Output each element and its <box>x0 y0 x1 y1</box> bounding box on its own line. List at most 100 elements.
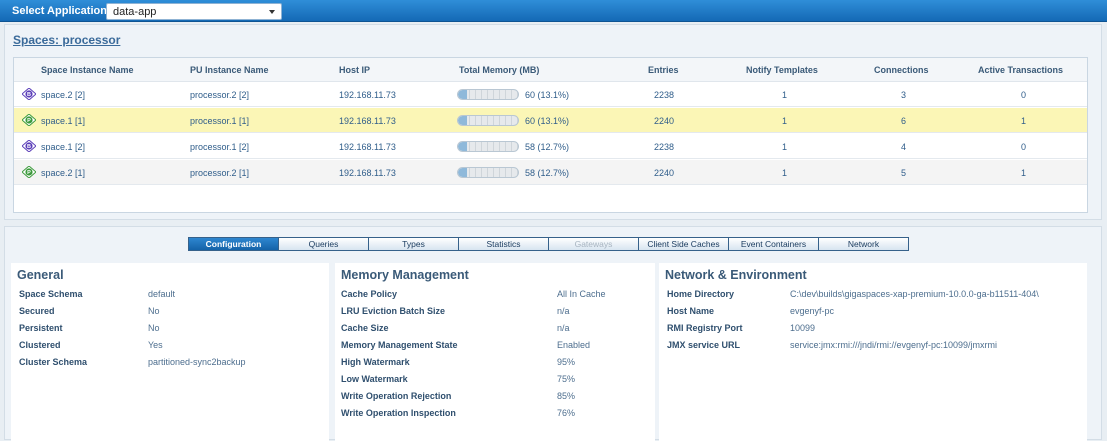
active-transactions-count: 1 <box>1021 116 1027 126</box>
connections-count: 6 <box>901 116 907 126</box>
memory-property-label: High Watermark <box>341 357 410 367</box>
memory-usage-text: 58 (12.7%) <box>525 142 570 152</box>
column-header-connections[interactable]: Connections <box>874 65 929 75</box>
active-transactions-count: 0 <box>1021 90 1027 100</box>
general-property-label: Persistent <box>19 323 63 333</box>
general-section: General Space Schema default Secured No Pers… <box>11 263 329 441</box>
memory-usage-text: 60 (13.1%) <box>525 90 570 100</box>
details-panel: Configuration Queries Types Statistics Gatew… <box>4 226 1102 441</box>
table-row[interactable]: P space.1 [1] processor.1 [1] 192.168.11.7… <box>14 108 1087 133</box>
memory-usage-bar <box>457 141 519 152</box>
memory-usage-fill <box>458 116 468 125</box>
general-property-value: default <box>148 289 176 299</box>
entries-count: 2238 <box>654 142 675 152</box>
memory-usage-bar <box>457 167 519 178</box>
tab-types[interactable]: Types <box>368 237 459 251</box>
network-environment-title: Network & Environment <box>665 268 807 282</box>
column-header-active-transactions[interactable]: Active Transactions <box>978 65 1063 75</box>
column-header-host-ip[interactable]: Host IP <box>339 65 370 75</box>
entries-count: 2240 <box>654 168 675 178</box>
memory-property-label: Cache Policy <box>341 289 398 299</box>
space-instance-name: space.1 [2] <box>41 142 86 152</box>
memory-usage-bar <box>457 115 519 126</box>
memory-management-title: Memory Management <box>341 268 469 282</box>
svg-text:P: P <box>27 170 31 176</box>
table-row[interactable]: P space.2 [1] processor.2 [1] 192.168.11.7… <box>14 160 1087 185</box>
network-property-label: JMX service URL <box>667 340 741 350</box>
active-transactions-count: 0 <box>1021 142 1027 152</box>
tab-client-side-caches[interactable]: Client Side Caches <box>638 237 729 251</box>
column-header-total-memory[interactable]: Total Memory (MB) <box>459 65 539 75</box>
pu-instance-name: processor.2 [2] <box>190 90 250 100</box>
network-property-label: Home Directory <box>667 289 735 299</box>
svg-text:B: B <box>27 92 31 98</box>
entries-count: 2240 <box>654 116 675 126</box>
memory-usage-bar <box>457 89 519 100</box>
network-property-value: C:\dev\builds\gigaspaces-xap-premium-10.… <box>790 289 1039 299</box>
memory-property-value: n/a <box>557 306 570 316</box>
backup-space-icon: B <box>22 88 36 100</box>
memory-usage-text: 58 (12.7%) <box>525 168 570 178</box>
primary-space-icon: P <box>22 166 36 178</box>
spaces-table: Space Instance Name PU Instance Name Hos… <box>13 57 1088 213</box>
memory-usage-fill <box>458 90 468 99</box>
application-select-value: data-app <box>113 6 157 18</box>
memory-property-value: Enabled <box>557 340 591 350</box>
memory-property-value: All In Cache <box>557 289 606 299</box>
primary-space-icon: P <box>22 114 36 126</box>
svg-text:P: P <box>27 118 31 124</box>
memory-property-label: Memory Management State <box>341 340 458 350</box>
general-property-label: Cluster Schema <box>19 357 88 367</box>
space-instance-name: space.2 [2] <box>41 90 86 100</box>
general-title: General <box>17 268 64 282</box>
column-header-entries[interactable]: Entries <box>648 65 679 75</box>
memory-property-value: 95% <box>557 357 576 367</box>
memory-usage-text: 60 (13.1%) <box>525 116 570 126</box>
column-header-space-instance[interactable]: Space Instance Name <box>41 65 134 75</box>
general-property-label: Secured <box>19 306 55 316</box>
notify-templates-count: 1 <box>782 168 788 178</box>
memory-property-label: Write Operation Inspection <box>341 408 456 418</box>
pu-instance-name: processor.1 [2] <box>190 142 250 152</box>
space-instance-name: space.2 [1] <box>41 168 86 178</box>
entries-count: 2238 <box>654 90 675 100</box>
tab-event-containers[interactable]: Event Containers <box>728 237 819 251</box>
table-row[interactable]: B space.1 [2] processor.1 [2] 192.168.11.7… <box>14 134 1087 159</box>
tab-network[interactable]: Network <box>818 237 909 251</box>
table-header: Space Instance Name PU Instance Name Hos… <box>14 58 1087 82</box>
memory-property-value: n/a <box>557 323 570 333</box>
general-property-value: partitioned-sync2backup <box>148 357 246 367</box>
network-property-label: RMI Registry Port <box>667 323 743 333</box>
host-ip: 192.168.11.73 <box>339 90 396 100</box>
tab-configuration[interactable]: Configuration <box>188 237 279 251</box>
column-header-notify-templates[interactable]: Notify Templates <box>746 65 818 75</box>
connections-count: 4 <box>901 142 907 152</box>
spaces-title-link[interactable]: Spaces: processor <box>13 33 120 47</box>
connections-count: 5 <box>901 168 907 178</box>
memory-property-label: Write Operation Rejection <box>341 391 452 401</box>
host-ip: 192.168.11.73 <box>339 142 396 152</box>
memory-usage-fill <box>458 142 468 151</box>
application-select[interactable]: data-app <box>106 3 282 20</box>
general-property-value: Yes <box>148 340 163 350</box>
tab-gateways[interactable]: Gateways <box>548 237 639 251</box>
general-property-label: Clustered <box>19 340 61 350</box>
tab-queries[interactable]: Queries <box>278 237 369 251</box>
chevron-down-icon[interactable] <box>269 10 275 14</box>
memory-property-value: 75% <box>557 374 576 384</box>
column-header-pu-instance[interactable]: PU Instance Name <box>190 65 269 75</box>
notify-templates-count: 1 <box>782 116 788 126</box>
spaces-panel: Spaces: processor Space Instance Name PU… <box>4 24 1102 220</box>
network-property-value: service:jmx:rmi:///jndi/rmi://evgenyf-pc… <box>790 340 998 350</box>
notify-templates-count: 1 <box>782 142 788 152</box>
memory-property-value: 85% <box>557 391 576 401</box>
backup-space-icon: B <box>22 140 36 152</box>
notify-templates-count: 1 <box>782 90 788 100</box>
memory-property-value: 76% <box>557 408 576 418</box>
memory-property-label: Low Watermark <box>341 374 408 384</box>
host-ip: 192.168.11.73 <box>339 168 396 178</box>
general-property-label: Space Schema <box>19 289 83 299</box>
connections-count: 3 <box>901 90 907 100</box>
table-row[interactable]: B space.2 [2] processor.2 [2] 192.168.11.7… <box>14 82 1087 107</box>
tab-statistics[interactable]: Statistics <box>458 237 549 251</box>
